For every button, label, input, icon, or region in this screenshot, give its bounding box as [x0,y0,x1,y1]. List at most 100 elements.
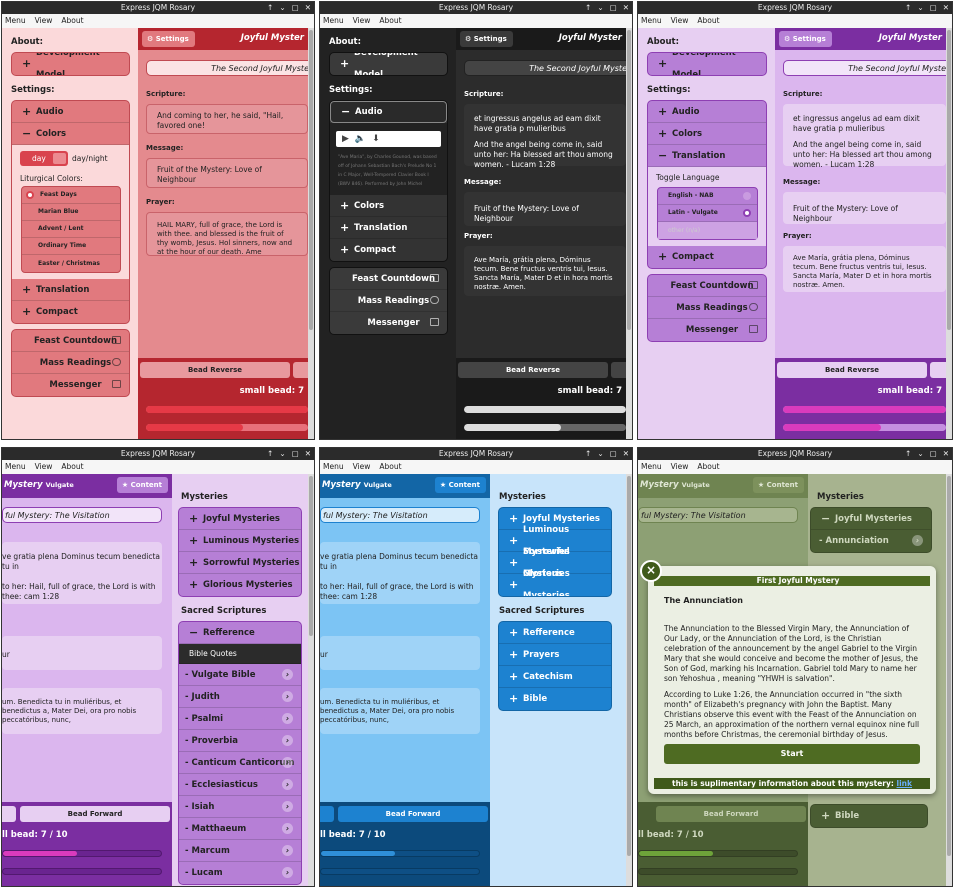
prayers-item[interactable]: + Prayers [499,644,611,666]
bead-forward-button[interactable]: Bead Forward [20,806,170,822]
menu-view[interactable]: View [353,460,371,474]
joyful-mysteries-item[interactable]: + Joyful Mysteries [179,508,301,530]
sorrowful-mysteries-item[interactable]: + Sorrowful Mysteries [179,552,301,574]
scrollbar[interactable] [946,28,952,439]
menu-view[interactable]: View [671,14,689,28]
audio-item[interactable]: − Audio [330,101,447,123]
bead-forward-button[interactable]: Bead Forward [338,806,488,822]
menu-menu[interactable]: Menu [5,14,26,28]
menu-view[interactable]: View [353,14,371,28]
dev-model-item[interactable]: + Development Model [12,53,129,75]
scrollbar[interactable] [626,28,632,439]
bible-item-lucam[interactable]: - Lucam › [179,862,301,884]
menu-about[interactable]: About [379,14,401,28]
color-option-easter[interactable]: Easter / Christmas [22,255,120,272]
compact-item[interactable]: + Compact [648,246,766,268]
cloud-icon [749,303,758,311]
translation-item[interactable]: + Translation [330,217,447,239]
menu-view[interactable]: View [671,460,689,474]
menu-about[interactable]: About [697,460,719,474]
colors-item[interactable]: + Colors [330,195,447,217]
content-button[interactable]: ★ Content [752,477,804,493]
menu-view[interactable]: View [35,14,53,28]
dev-model-item[interactable]: + Development Model [330,53,447,75]
settings-button[interactable]: ⚙ Settings [460,31,513,47]
colors-item[interactable]: − Colors [12,123,129,145]
feast-countdown-item[interactable]: Feast Countdown [330,268,447,290]
menu-about[interactable]: About [697,14,719,28]
window-controls[interactable]: ↑ ⌄ ▢ ✕ [267,2,311,14]
bible-item[interactable]: + Bible [811,805,927,827]
refference-item[interactable]: + Refference [499,622,611,644]
audio-player[interactable]: ▶🔈⬇ [336,131,441,147]
mass-readings-item[interactable]: Mass Readings [648,297,766,319]
luminous-mysteries-item[interactable]: + Luminous Mysteries [179,530,301,552]
colors-item[interactable]: + Colors [648,123,766,145]
refference-item[interactable]: − Refference [179,622,301,644]
compact-item[interactable]: + Compact [12,301,129,323]
day-toggle[interactable]: day [20,151,68,166]
bible-item-canticum[interactable]: - Canticum Canticorum › [179,752,301,774]
compact-item[interactable]: + Compact [330,239,447,261]
window-controls[interactable]: ↑ ⌄ ▢ ✕ [905,2,949,14]
window-controls[interactable]: ↑ ⌄ ▢ ✕ [267,448,311,460]
menu-menu[interactable]: Menu [323,14,344,28]
bible-item-isiah[interactable]: - Isiah › [179,796,301,818]
content-button[interactable]: ★ Content [434,477,486,493]
decade-progress [320,868,480,875]
audio-item[interactable]: + Audio [12,101,129,123]
audio-item[interactable]: + Audio [648,101,766,123]
bible-item-proverbia[interactable]: - Proverbia › [179,730,301,752]
scripture-label: Scripture: [783,90,823,98]
settings-button[interactable]: ⚙ Settings [779,31,832,47]
mystery-popup: First Joyful Mystery × The Annunciation … [640,560,936,794]
bible-item-matthaeum[interactable]: - Matthaeum › [179,818,301,840]
catechism-item[interactable]: + Catechism [499,666,611,688]
messenger-item[interactable]: Messenger [330,312,447,334]
bead-reverse-button[interactable]: Bead Reverse [458,362,608,378]
info-link[interactable]: link [897,779,912,788]
translation-item[interactable]: + Translation [12,279,129,301]
close-button[interactable]: × [640,560,662,582]
dev-model-item[interactable]: + Development Model [648,53,766,75]
settings-button[interactable]: ⚙ Settings [142,31,195,47]
annunciation-item[interactable]: - Annunciation › [811,530,931,552]
bible-item-judith[interactable]: - Judith › [179,686,301,708]
prayer-label: Prayer: [783,232,812,240]
scrollbar[interactable] [946,474,952,886]
scrollbar[interactable] [308,474,314,886]
menu-menu[interactable]: Menu [641,460,662,474]
messenger-item[interactable]: Messenger [12,374,129,396]
messenger-item[interactable]: Messenger [648,319,766,341]
mass-readings-item[interactable]: Mass Readings [12,352,129,374]
content-button[interactable]: ★ Content [116,477,168,493]
bible-item-psalmi[interactable]: - Psalmi › [179,708,301,730]
start-button[interactable]: Start [664,744,920,764]
menu-about[interactable]: About [61,460,83,474]
bead-reverse-button[interactable]: Bead Reverse [777,362,927,378]
feast-countdown-item[interactable]: Feast Countdown [12,330,129,352]
window-controls[interactable]: ↑ ⌄ ▢ ✕ [585,448,629,460]
bead-reverse-button[interactable]: Bead Reverse [140,362,290,378]
bible-item-ecclesiasticus[interactable]: - Ecclesiasticus › [179,774,301,796]
menu-view[interactable]: View [35,460,53,474]
menu-about[interactable]: About [61,14,83,28]
bible-item-marcum[interactable]: - Marcum › [179,840,301,862]
translation-item[interactable]: − Translation [648,145,766,167]
bible-item-vulgate[interactable]: - Vulgate Bible › [179,664,301,686]
joyful-mysteries-item[interactable]: − Joyful Mysteries [811,508,931,530]
menu-menu[interactable]: Menu [641,14,662,28]
mass-readings-item[interactable]: Mass Readings [330,290,447,312]
scrollbar[interactable] [626,474,632,886]
bead-forward-button[interactable]: Bead Forward [656,806,806,822]
glorious-mysteries-item[interactable]: + Glorious Mysteries [179,574,301,596]
menu-menu[interactable]: Menu [323,460,344,474]
feast-countdown-item[interactable]: Feast Countdown [648,275,766,297]
menu-about[interactable]: About [379,460,401,474]
menu-menu[interactable]: Menu [5,460,26,474]
bible-item[interactable]: + Bible [499,688,611,710]
window-controls[interactable]: ↑ ⌄ ▢ ✕ [905,448,949,460]
glorious-mysteries-item[interactable]: + Glorious Mysteries [499,569,611,596]
window-controls[interactable]: ↑ ⌄ ▢ ✕ [585,2,629,14]
scrollbar[interactable] [308,28,314,439]
